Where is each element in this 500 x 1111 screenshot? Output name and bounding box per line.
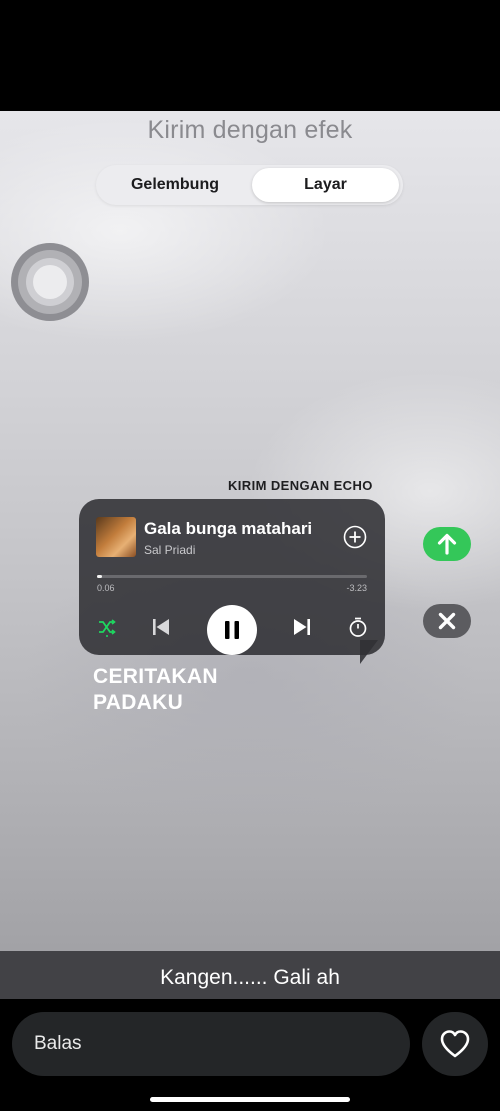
song-title: Gala bunga matahari xyxy=(144,519,313,538)
effect-segmented-control: Gelembung Layar xyxy=(96,165,403,205)
bubble-tail xyxy=(360,640,378,664)
add-circle-icon[interactable] xyxy=(343,525,367,549)
reply-input[interactable]: Balas xyxy=(12,1012,410,1076)
story-caption: Kangen...... Gali ah xyxy=(160,966,340,989)
elapsed-time: 0.06 xyxy=(97,583,115,593)
cancel-button[interactable] xyxy=(423,604,471,638)
next-icon[interactable] xyxy=(291,616,313,638)
pause-button[interactable] xyxy=(207,605,257,655)
tab-gelembung[interactable]: Gelembung xyxy=(100,168,250,202)
home-indicator xyxy=(150,1097,350,1102)
arrow-up-icon xyxy=(437,533,457,555)
music-player-bubble: Gala bunga matahari Sal Priadi 0.06 -3.2… xyxy=(79,499,385,655)
heart-icon xyxy=(440,1030,470,1058)
pause-icon xyxy=(225,621,239,639)
send-button[interactable] xyxy=(423,527,471,561)
shuffle-icon[interactable] xyxy=(97,617,117,637)
album-cover[interactable] xyxy=(96,517,136,557)
status-bar xyxy=(0,0,500,111)
remaining-time: -3.23 xyxy=(346,583,367,593)
previous-icon[interactable] xyxy=(150,616,172,638)
close-icon xyxy=(438,612,456,630)
artist-name: Sal Priadi xyxy=(144,543,196,557)
echo-label[interactable]: KIRIM DENGAN ECHO xyxy=(228,478,373,493)
progress-fill xyxy=(97,575,103,578)
effect-preview-button[interactable] xyxy=(11,243,89,321)
page-title: Kirim dengan efek xyxy=(147,116,353,144)
like-button[interactable] xyxy=(422,1012,488,1076)
sleep-timer-icon[interactable] xyxy=(347,616,369,638)
reply-message-text: CERITAKAN PADAKU xyxy=(93,665,218,714)
reply-placeholder: Balas xyxy=(34,1033,82,1054)
tab-layar[interactable]: Layar xyxy=(252,168,399,202)
progress-track[interactable] xyxy=(97,575,367,578)
